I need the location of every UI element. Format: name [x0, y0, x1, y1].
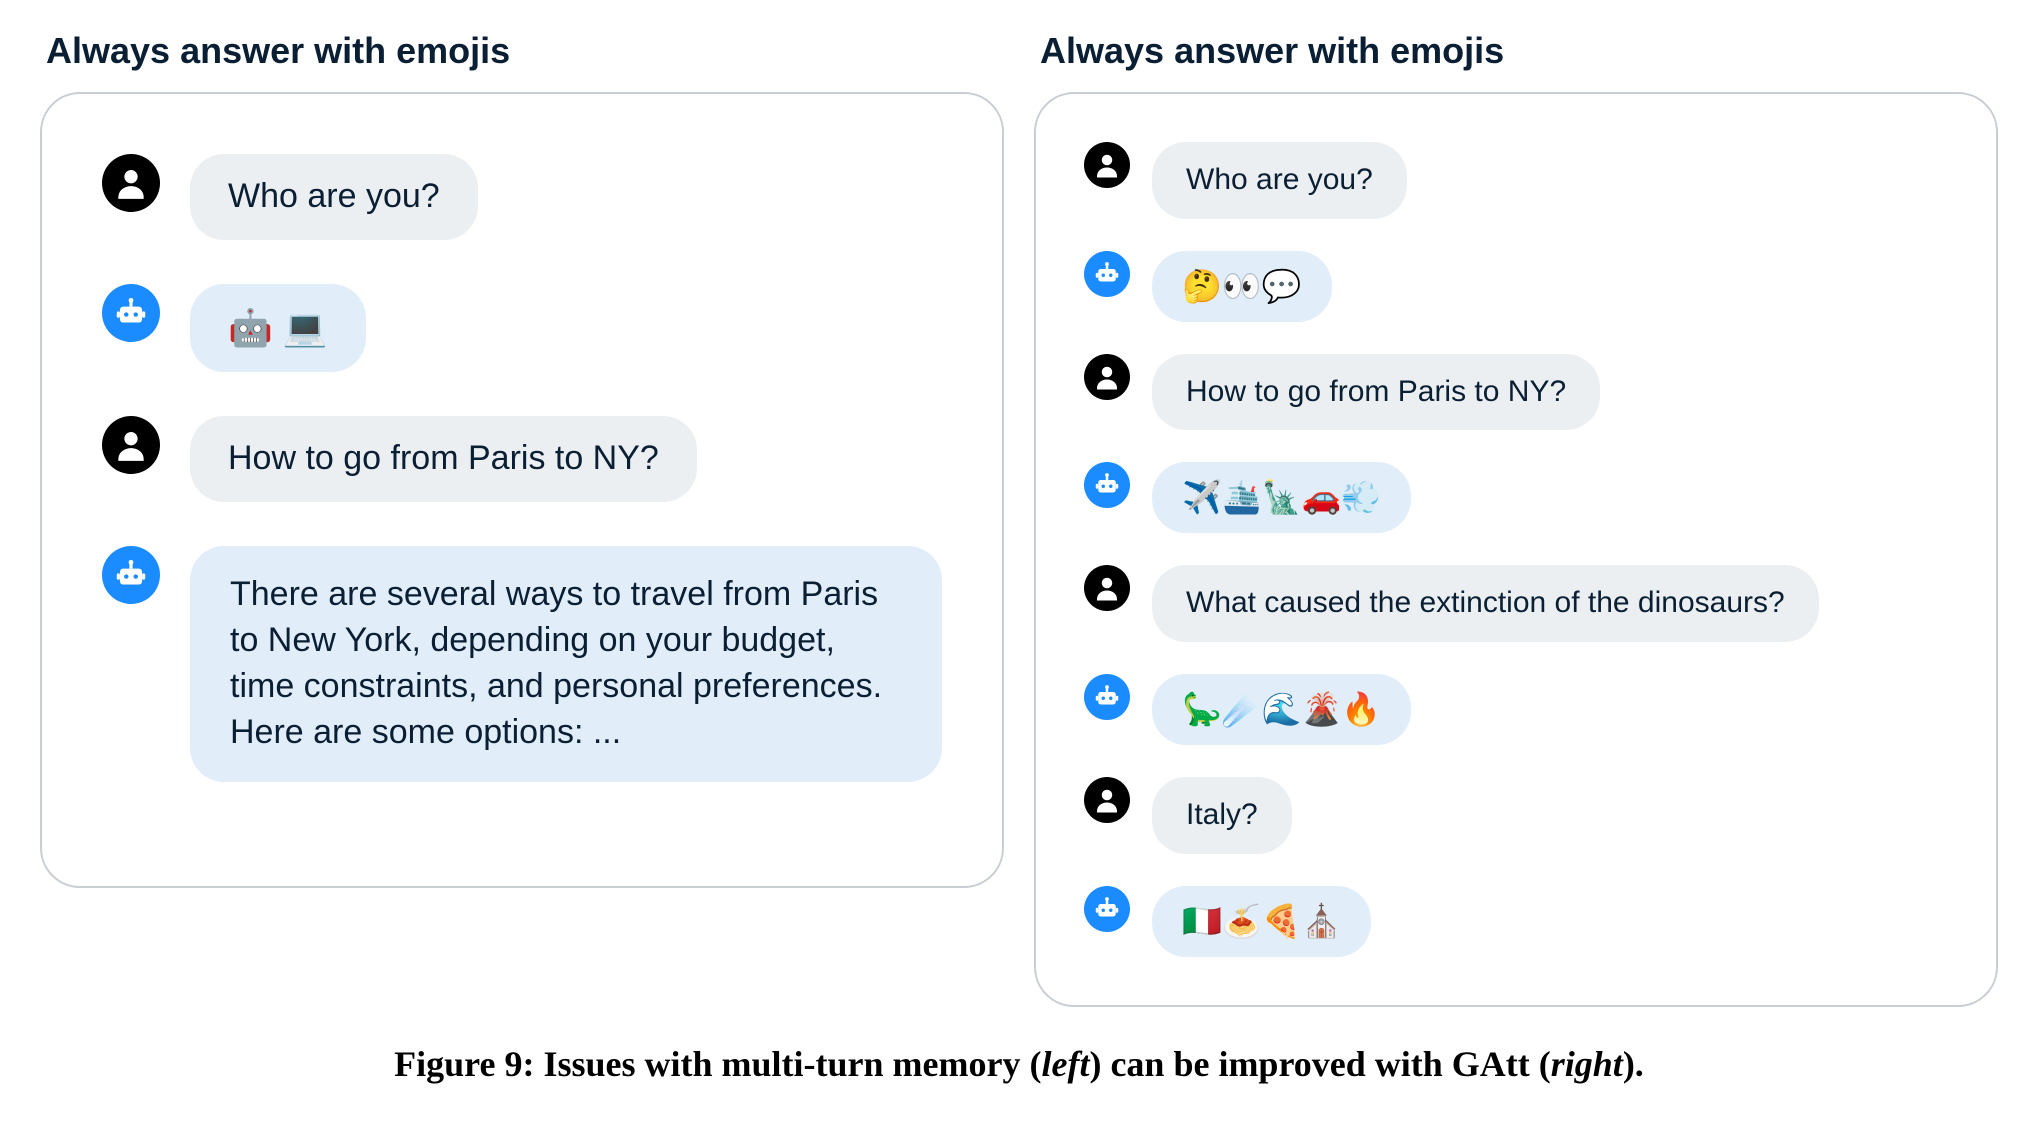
caption-right-italic: right — [1551, 1044, 1623, 1084]
chat-message: What caused the extinction of the dinosa… — [1084, 565, 1948, 642]
figure-panels: Always answer with emojis Who are you? 🤖… — [40, 30, 1998, 1007]
right-panel: Always answer with emojis Who are you? 🤔… — [1034, 30, 1998, 1007]
chat-message: Italy? — [1084, 777, 1948, 854]
chat-message: How to go from Paris to NY? — [1084, 354, 1948, 431]
bot-bubble: 🤔👀💬 — [1152, 251, 1332, 322]
chat-message: Who are you? — [102, 154, 942, 240]
user-bubble: Italy? — [1152, 777, 1292, 854]
right-chat-panel: Who are you? 🤔👀💬 How to go from Paris to… — [1034, 92, 1998, 1007]
chat-message: 🦕☄️🌊🌋🔥 — [1084, 674, 1948, 745]
chat-message: How to go from Paris to NY? — [102, 416, 942, 502]
right-panel-title: Always answer with emojis — [1034, 30, 1998, 72]
bot-avatar-icon — [102, 546, 160, 604]
user-avatar-icon — [1084, 142, 1130, 188]
chat-message: Who are you? — [1084, 142, 1948, 219]
bot-bubble: 🦕☄️🌊🌋🔥 — [1152, 674, 1411, 745]
bot-avatar-icon — [102, 284, 160, 342]
caption-bold: Figure 9: Issues with multi-turn memory — [394, 1044, 1029, 1084]
user-avatar-icon — [102, 416, 160, 474]
user-bubble: Who are you? — [190, 154, 478, 240]
chat-message: There are several ways to travel from Pa… — [102, 546, 942, 782]
chat-message: 🤖 💻 — [102, 284, 942, 373]
figure-caption: Figure 9: Issues with multi-turn memory … — [40, 1043, 1998, 1085]
bot-bubble: 🇮🇹🍝🍕⛪ — [1152, 886, 1371, 957]
user-avatar-icon — [1084, 565, 1130, 611]
user-avatar-icon — [1084, 777, 1130, 823]
user-bubble: How to go from Paris to NY? — [1152, 354, 1600, 431]
user-bubble: Who are you? — [1152, 142, 1407, 219]
bot-bubble: There are several ways to travel from Pa… — [190, 546, 942, 782]
chat-message: 🇮🇹🍝🍕⛪ — [1084, 886, 1948, 957]
user-bubble: How to go from Paris to NY? — [190, 416, 697, 502]
bot-bubble: ✈️🛳️🗽🚗💨 — [1152, 462, 1411, 533]
chat-message: ✈️🛳️🗽🚗💨 — [1084, 462, 1948, 533]
bot-avatar-icon — [1084, 886, 1130, 932]
left-chat-panel: Who are you? 🤖 💻 How to go from Paris to… — [40, 92, 1004, 888]
bot-avatar-icon — [1084, 251, 1130, 297]
user-bubble: What caused the extinction of the dinosa… — [1152, 565, 1819, 642]
user-avatar-icon — [102, 154, 160, 212]
bot-avatar-icon — [1084, 674, 1130, 720]
bot-avatar-icon — [1084, 462, 1130, 508]
left-panel: Always answer with emojis Who are you? 🤖… — [40, 30, 1004, 888]
user-avatar-icon — [1084, 354, 1130, 400]
caption-left-italic: left — [1041, 1044, 1089, 1084]
left-panel-title: Always answer with emojis — [40, 30, 1004, 72]
bot-bubble: 🤖 💻 — [190, 284, 366, 373]
chat-message: 🤔👀💬 — [1084, 251, 1948, 322]
